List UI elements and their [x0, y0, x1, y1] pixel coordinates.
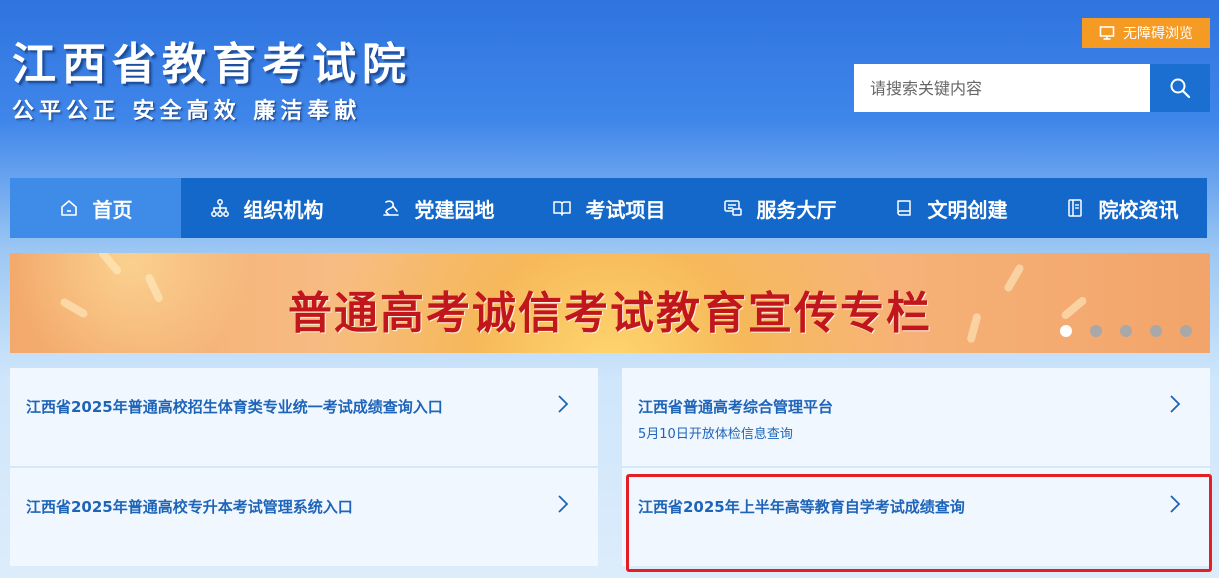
carousel-dots: [1060, 325, 1192, 337]
accessibility-label: 无障碍浏览: [1123, 26, 1193, 42]
nav-item-label: 组织机构: [243, 197, 324, 222]
card-title: 江西省2025年普通高校招生体育类专业统一考试成绩查询入口: [26, 398, 443, 416]
search-button[interactable]: [1150, 64, 1210, 112]
chevron-right-icon: [558, 495, 569, 513]
chevron-right-icon: [1170, 495, 1181, 513]
carousel-dot[interactable]: [1060, 325, 1072, 337]
nav-item-label: 首页: [92, 197, 133, 222]
carousel-dot[interactable]: [1180, 325, 1192, 337]
nav-item-exam-projects[interactable]: 考试项目: [523, 178, 694, 238]
card-title: 江西省2025年普通高校专升本考试管理系统入口: [26, 498, 353, 516]
org-chart-icon: [210, 199, 229, 217]
nav-item-label: 考试项目: [585, 197, 666, 222]
site-slogan: 公平公正 安全高效 廉洁奉献: [12, 99, 362, 124]
site-header: 江西省教育考试院 公平公正 安全高效 廉洁奉献 无障碍浏览: [0, 0, 1219, 178]
quick-link-card[interactable]: 江西省2025年上半年高等教育自学考试成绩查询: [622, 468, 1210, 566]
search-icon: [1170, 78, 1191, 99]
service-icon: [723, 200, 742, 216]
quick-link-card[interactable]: 江西省2025年普通高校专升本考试管理系统入口: [10, 468, 598, 566]
nav-item-school-news[interactable]: 院校资讯: [1036, 178, 1207, 238]
book-icon: [896, 200, 911, 216]
card-title: 江西省普通高考综合管理平台: [638, 398, 834, 416]
nav-item-label: 党建园地: [414, 197, 495, 222]
home-icon: [60, 200, 77, 216]
card-subtitle: 5月10日开放体检信息查询: [638, 427, 793, 442]
carousel-dot[interactable]: [1150, 325, 1162, 337]
site-title[interactable]: 江西省教育考试院: [12, 28, 412, 92]
carousel-dot[interactable]: [1090, 325, 1102, 337]
nav-item-civilization[interactable]: 文明创建: [865, 178, 1036, 238]
nav-item-label: 院校资讯: [1098, 197, 1179, 222]
nav-item-home[interactable]: 首页: [10, 178, 181, 238]
party-building-icon: [382, 200, 399, 216]
banner-title: 普通高考诚信考试教育宣传专栏: [288, 288, 932, 339]
banner-carousel[interactable]: 普通高考诚信考试教育宣传专栏: [10, 253, 1210, 353]
search-input[interactable]: [854, 64, 1150, 112]
nav-item-organization[interactable]: 组织机构: [181, 178, 352, 238]
nav-item-service-hall[interactable]: 服务大厅: [694, 178, 865, 238]
monitor-icon: [1099, 26, 1115, 40]
main-nav: 首页 组织机构 党建园地 考试项目 服务大厅 文明创建 院校资讯: [10, 178, 1207, 238]
banner-decoration: [97, 253, 123, 277]
nav-item-label: 服务大厅: [756, 197, 837, 222]
card-title: 江西省2025年上半年高等教育自学考试成绩查询: [638, 498, 965, 516]
nav-item-label: 文明创建: [927, 197, 1008, 222]
carousel-dot[interactable]: [1120, 325, 1132, 337]
quick-link-card[interactable]: 江西省2025年普通高校招生体育类专业统一考试成绩查询入口: [10, 368, 598, 466]
chevron-right-icon: [1170, 395, 1181, 413]
open-book-icon: [552, 201, 571, 216]
accessibility-button[interactable]: 无障碍浏览: [1082, 18, 1210, 48]
document-icon: [1067, 199, 1082, 217]
chevron-right-icon: [558, 395, 569, 413]
quick-link-card[interactable]: 江西省普通高考综合管理平台 5月10日开放体检信息查询: [622, 368, 1210, 466]
nav-item-party-building[interactable]: 党建园地: [352, 178, 523, 238]
search-box: [854, 64, 1210, 112]
